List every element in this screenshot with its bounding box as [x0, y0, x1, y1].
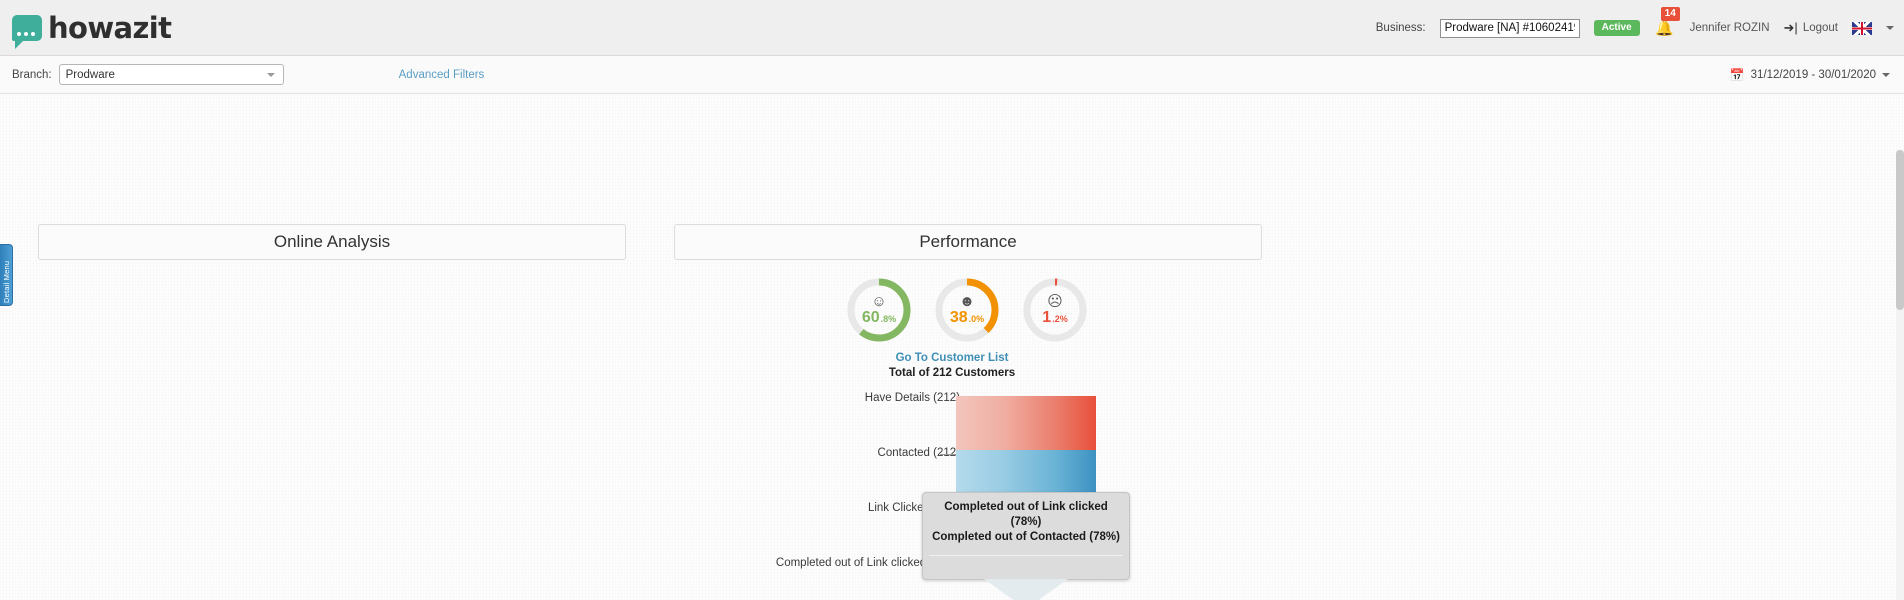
- calendar-icon: 📅: [1729, 67, 1745, 82]
- language-chevron-down-icon[interactable]: [1886, 26, 1894, 30]
- date-chevron-down-icon: [1882, 72, 1890, 77]
- status-badge[interactable]: Active: [1593, 20, 1640, 36]
- business-label: Business:: [1375, 22, 1426, 34]
- branch-label: Branch:: [12, 68, 52, 81]
- funnel-step-label-1: Contacted (212): [877, 447, 960, 459]
- speech-bubble-icon: [12, 14, 42, 49]
- brand-logo[interactable]: howazit: [12, 10, 172, 49]
- main-content: Detail Menu Online Analysis Performance …: [0, 94, 1904, 600]
- date-range-picker[interactable]: 📅 31/12/2019 - 30/01/2020: [1730, 68, 1890, 82]
- user-name[interactable]: Jennifer ROZIN: [1690, 22, 1770, 34]
- logout-icon: ➜|: [1783, 20, 1798, 35]
- advanced-filters-link[interactable]: Advanced Filters: [399, 69, 485, 81]
- detail-menu-tab-label: Detail Menu: [2, 260, 11, 303]
- tooltip-line-2: Completed out of Contacted (78%): [932, 531, 1120, 543]
- filter-bar: Branch: Prodware Advanced Filters 📅 31/1…: [0, 56, 1904, 94]
- page-scrollbar[interactable]: [1896, 150, 1904, 600]
- branch-select[interactable]: Prodware: [58, 64, 284, 85]
- tooltip-line-1: Completed out of Link clicked (78%): [944, 501, 1108, 528]
- bell-icon: 🔔: [1655, 19, 1674, 37]
- uk-flag-icon[interactable]: [1852, 21, 1872, 35]
- funnel-tooltip: Completed out of Link clicked (78%) Comp…: [922, 492, 1130, 600]
- funnel-segment-have-details[interactable]: [956, 396, 1096, 450]
- detail-menu-tab[interactable]: Detail Menu: [0, 244, 13, 306]
- dots-icon: [17, 31, 35, 36]
- top-header: howazit Business: Active 🔔 14 Jennifer R…: [0, 0, 1904, 56]
- tooltip-footer: [923, 556, 1129, 579]
- chevron-down-icon: [266, 72, 275, 77]
- funnel-step-label-0: Have Details (212): [864, 392, 960, 404]
- performance-funnel: Have Details (212) Contacted (212) Link …: [0, 94, 1904, 600]
- notifications-button[interactable]: 🔔 14: [1654, 7, 1680, 43]
- business-input[interactable]: [1439, 18, 1580, 38]
- date-range-value: 31/12/2019 - 30/01/2020: [1750, 68, 1876, 81]
- logout-label: Logout: [1802, 22, 1838, 34]
- tooltip-arrow-icon: [984, 579, 1068, 600]
- header-right-cluster: Business: Active 🔔 14 Jennifer ROZIN ➜| …: [1376, 0, 1894, 56]
- logo-text: howazit: [48, 10, 172, 45]
- scrollbar-thumb[interactable]: [1896, 150, 1904, 310]
- branch-selected-value: Prodware: [65, 68, 115, 81]
- logout-button[interactable]: ➜| Logout: [1784, 20, 1838, 36]
- notification-count-badge: 14: [1660, 7, 1680, 21]
